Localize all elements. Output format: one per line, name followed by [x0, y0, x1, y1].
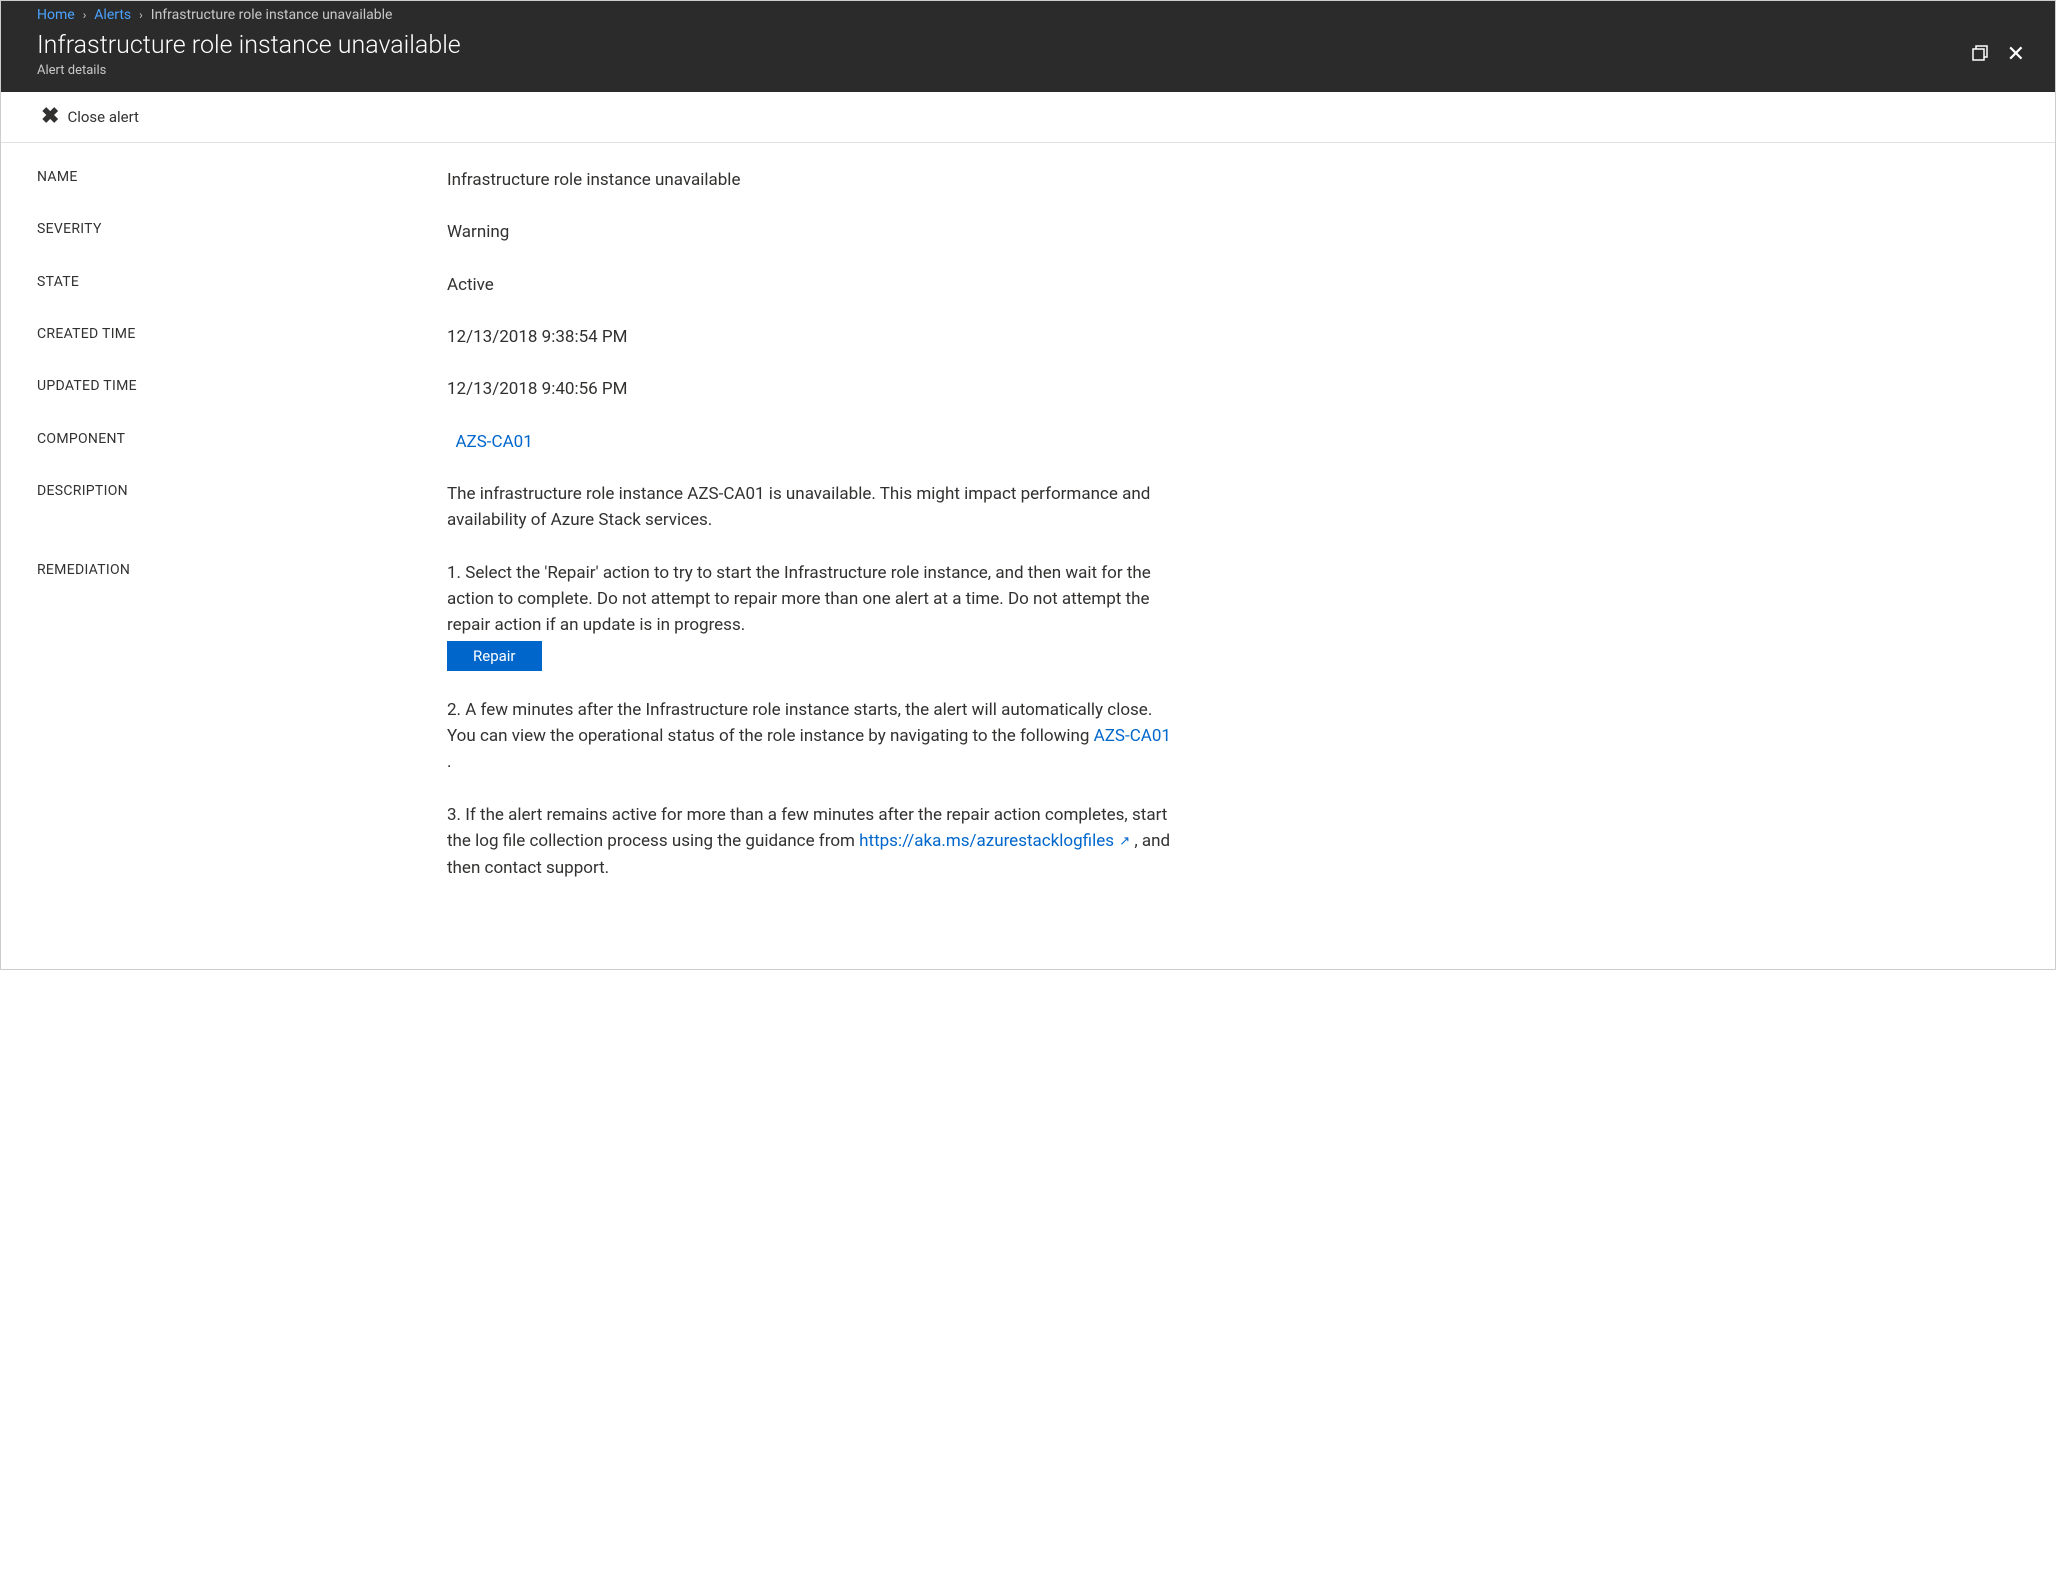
header-bar: Home › Alerts › Infrastructure role inst…: [1, 1, 2055, 92]
label-severity: SEVERITY: [37, 219, 447, 237]
value-updated-time: 12/13/2018 9:40:56 PM: [447, 376, 1175, 402]
value-description: The infrastructure role instance AZS-CA0…: [447, 481, 1175, 534]
value-remediation: 1. Select the 'Repair' action to try to …: [447, 560, 1175, 907]
alert-details-content: NAME Infrastructure role instance unavai…: [1, 143, 1211, 969]
value-severity: Warning: [447, 219, 1175, 245]
close-icon: ✖: [41, 106, 59, 128]
label-created-time: CREATED TIME: [37, 324, 447, 342]
page-subtitle: Alert details: [37, 63, 461, 78]
component-link[interactable]: AZS-CA01: [455, 432, 532, 452]
label-state: STATE: [37, 272, 447, 290]
breadcrumb: Home › Alerts › Infrastructure role inst…: [1, 1, 2055, 27]
chevron-right-icon: ›: [139, 8, 143, 22]
label-name: NAME: [37, 167, 447, 185]
breadcrumb-current: Infrastructure role instance unavailable: [151, 7, 393, 23]
label-updated-time: UPDATED TIME: [37, 376, 447, 394]
remediation-step-1-text: 1. Select the 'Repair' action to try to …: [447, 560, 1175, 639]
remediation-step-3: 3. If the alert remains active for more …: [447, 802, 1175, 881]
close-icon[interactable]: ✕: [2007, 44, 2025, 66]
close-alert-button[interactable]: ✖ Close alert: [37, 102, 143, 132]
remediation-step-1: 1. Select the 'Repair' action to try to …: [447, 560, 1175, 671]
toolbar: ✖ Close alert: [1, 92, 2055, 143]
remediation-step-3-link[interactable]: https://aka.ms/azurestacklogfiles ↗: [859, 831, 1130, 851]
value-state: Active: [447, 272, 1175, 298]
remediation-step-2: 2. A few minutes after the Infrastructur…: [447, 697, 1175, 776]
repair-button[interactable]: Repair: [447, 641, 542, 671]
external-link-icon: ↗: [1116, 834, 1130, 849]
remediation-step-2-link[interactable]: AZS-CA01: [1094, 726, 1171, 746]
remediation-step-2-pre: 2. A few minutes after the Infrastructur…: [447, 700, 1152, 746]
remediation-step-2-post: .: [447, 752, 451, 772]
label-component: COMPONENT: [37, 429, 447, 447]
breadcrumb-alerts[interactable]: Alerts: [94, 7, 131, 23]
title-row: Infrastructure role instance unavailable…: [1, 27, 2055, 92]
breadcrumb-home[interactable]: Home: [37, 7, 75, 23]
value-component: AZS-CA01: [447, 429, 1175, 455]
restore-window-icon[interactable]: [1971, 44, 1989, 66]
value-name: Infrastructure role instance unavailable: [447, 167, 1175, 193]
page-title: Infrastructure role instance unavailable: [37, 31, 461, 61]
label-description: DESCRIPTION: [37, 481, 447, 499]
close-alert-label: Close alert: [67, 108, 139, 126]
value-created-time: 12/13/2018 9:38:54 PM: [447, 324, 1175, 350]
chevron-right-icon: ›: [83, 8, 87, 22]
label-remediation: REMEDIATION: [37, 560, 447, 578]
